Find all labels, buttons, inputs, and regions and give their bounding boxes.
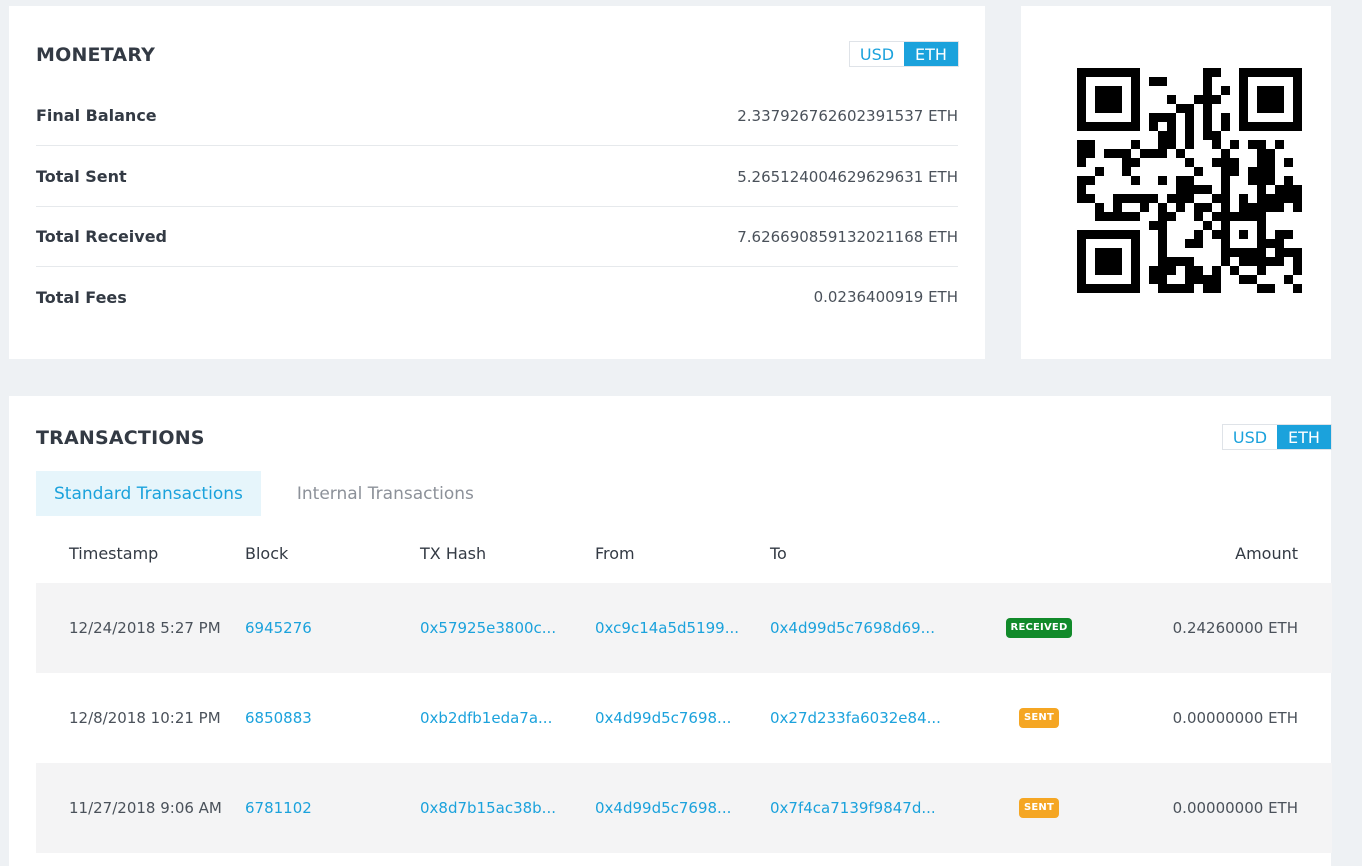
column-block: Block (245, 543, 289, 563)
transactions-currency-toggle: USD ETH (1222, 424, 1332, 450)
monetary-currency-toggle: USD ETH (849, 41, 959, 67)
row-from-link[interactable]: 0xc9c14a5d5199... (595, 619, 739, 637)
column-from: From (595, 543, 635, 563)
transactions-card: TRANSACTIONS USD ETH Standard Transactio… (9, 396, 1332, 866)
total-received-label: Total Received (36, 227, 168, 246)
row-to-link[interactable]: 0x7f4ca7139f9847d... (770, 799, 936, 817)
monetary-eth-button[interactable]: ETH (904, 42, 958, 66)
row-timestamp: 11/27/2018 9:06 AM (69, 799, 222, 817)
monetary-usd-button[interactable]: USD (850, 42, 904, 66)
total-sent-row: Total Sent 5.265124004629629631 ETH (36, 147, 958, 207)
qr-card (1021, 6, 1331, 359)
final-balance-row: Final Balance 2.337926762602391537 ETH (36, 86, 958, 146)
row-timestamp: 12/24/2018 5:27 PM (69, 619, 221, 637)
monetary-title: MONETARY (36, 44, 156, 66)
total-fees-value: 0.0236400919 ETH (813, 288, 958, 306)
transaction-tabs: Standard Transactions Internal Transacti… (36, 471, 492, 516)
row-to-link[interactable]: 0x4d99d5c7698d69... (770, 619, 935, 637)
transactions-usd-button[interactable]: USD (1223, 425, 1277, 449)
tab-internal-transactions[interactable]: Internal Transactions (279, 471, 492, 516)
transactions-table: Timestamp Block TX Hash From To Amount 1… (36, 523, 1332, 853)
row-tx-hash-link[interactable]: 0x8d7b15ac38b... (420, 799, 556, 817)
total-received-value: 7.626690859132021168 ETH (737, 227, 958, 246)
table-row: 11/27/2018 9:06 AM 6781102 0x8d7b15ac38b… (36, 763, 1332, 853)
row-block-link[interactable]: 6945276 (245, 619, 312, 637)
total-sent-label: Total Sent (36, 167, 127, 186)
total-fees-label: Total Fees (36, 287, 127, 307)
tab-standard-transactions[interactable]: Standard Transactions (36, 471, 261, 516)
sent-badge: SENT (1018, 708, 1060, 728)
transactions-eth-button[interactable]: ETH (1277, 425, 1331, 449)
column-tx-hash: TX Hash (420, 543, 487, 563)
sent-badge: SENT (1018, 798, 1060, 818)
row-from-link[interactable]: 0x4d99d5c7698... (595, 709, 731, 727)
row-amount: 0.00000000 ETH (1172, 709, 1298, 727)
column-amount: Amount (1235, 543, 1298, 563)
table-header: Timestamp Block TX Hash From To Amount (36, 523, 1332, 583)
column-to: To (770, 543, 787, 563)
monetary-card: MONETARY USD ETH Final Balance 2.3379267… (9, 6, 985, 359)
received-badge: RECEIVED (1005, 618, 1073, 638)
row-amount: 0.24260000 ETH (1172, 619, 1298, 637)
table-row: 12/24/2018 5:27 PM 6945276 0x57925e3800c… (36, 583, 1332, 673)
total-sent-value: 5.265124004629629631 ETH (737, 167, 958, 186)
row-block-link[interactable]: 6781102 (245, 799, 312, 817)
total-received-row: Total Received 7.626690859132021168 ETH (36, 207, 958, 267)
row-timestamp: 12/8/2018 10:21 PM (69, 709, 221, 727)
total-fees-row: Total Fees 0.0236400919 ETH (36, 267, 958, 327)
row-block-link[interactable]: 6850883 (245, 709, 312, 727)
row-to-link[interactable]: 0x27d233fa6032e84... (770, 709, 941, 727)
row-from-link[interactable]: 0x4d99d5c7698... (595, 799, 731, 817)
table-row: 12/8/2018 10:21 PM 6850883 0xb2dfb1eda7a… (36, 673, 1332, 763)
qr-code-icon (1077, 68, 1302, 293)
row-tx-hash-link[interactable]: 0xb2dfb1eda7a... (420, 709, 552, 727)
transactions-title: TRANSACTIONS (36, 427, 205, 449)
row-amount: 0.00000000 ETH (1172, 799, 1298, 817)
final-balance-label: Final Balance (36, 106, 157, 125)
row-tx-hash-link[interactable]: 0x57925e3800c... (420, 619, 556, 637)
final-balance-value: 2.337926762602391537 ETH (737, 106, 958, 125)
column-timestamp: Timestamp (69, 543, 159, 563)
